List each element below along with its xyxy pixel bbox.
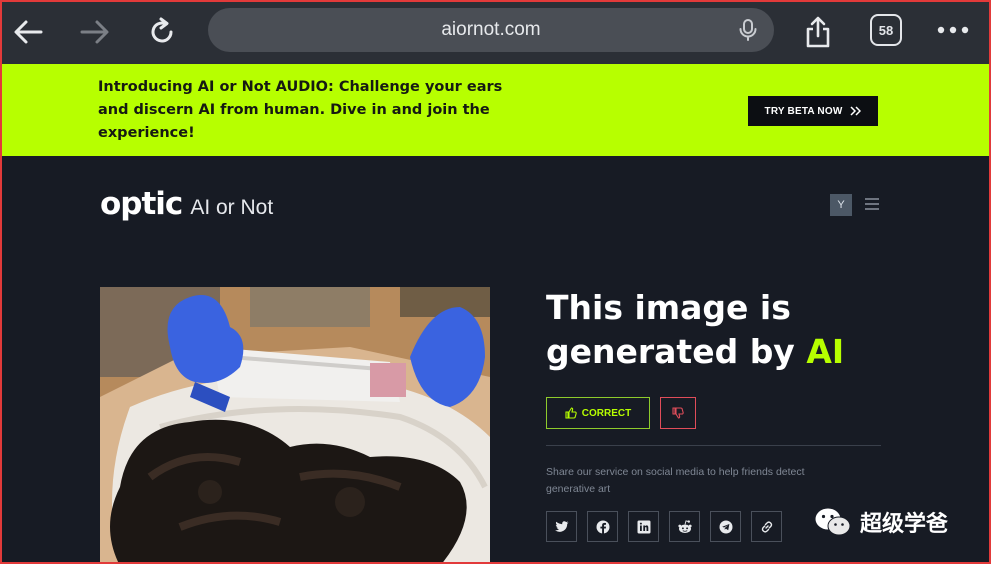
watermark-text: 超级学爸 [860,512,949,537]
share-twitter-button[interactable] [546,511,577,542]
screenshot-frame: aiornot.com 58 Introducing AI or Not AUD… [0,0,991,564]
watermark: 超级学爸 [814,502,984,542]
twitter-icon [554,520,568,532]
hamburger-menu-icon[interactable] [864,196,880,212]
back-arrow-icon [14,20,43,44]
incorrect-button[interactable] [660,397,696,429]
browser-toolbar: aiornot.com 58 [2,2,989,64]
tabs-count-button[interactable]: 58 [870,14,902,46]
linkedin-icon [637,520,650,533]
try-beta-button[interactable]: TRY BETA NOW [748,96,878,126]
share-linkedin-button[interactable] [628,511,659,542]
double-chevron-right-icon [850,106,862,116]
reddit-icon [677,519,692,533]
thumbs-down-icon [672,407,684,419]
headline-highlight: AI [806,332,845,371]
analyzed-image [100,287,490,562]
share-description: Share our service on social media to hel… [546,466,805,495]
telegram-icon [719,520,732,533]
link-icon [761,520,772,533]
analyzed-image-illustration [100,287,490,562]
wechat-logo-icon [815,508,851,536]
forward-arrow-icon [80,20,109,44]
thumbs-up-icon [565,407,577,419]
social-share-row [546,511,782,542]
correct-button[interactable]: CORRECT [546,397,650,429]
share-facebook-button[interactable] [587,511,618,542]
share-icon [806,16,830,48]
headline-text: This image is generated by [546,288,795,371]
banner-message: Introducing AI or Not AUDIO: Challenge y… [98,79,503,141]
copy-link-button[interactable] [751,511,782,542]
section-divider [546,445,881,446]
more-options-icon[interactable] [936,24,970,36]
microphone-icon[interactable] [736,18,760,42]
reload-icon [151,17,173,43]
logo-brand: optic [100,186,183,222]
address-bar[interactable]: aiornot.com [208,8,774,52]
share-button[interactable] [798,12,838,52]
try-beta-label: TRY BETA NOW [764,105,843,117]
back-button[interactable] [8,12,48,52]
promo-banner: Introducing AI or Not AUDIO: Challenge y… [2,64,989,156]
share-telegram-button[interactable] [710,511,741,542]
facebook-icon [596,520,609,534]
share-reddit-button[interactable] [669,511,700,542]
forward-button[interactable] [75,12,115,52]
user-avatar[interactable]: Y [830,194,852,216]
correct-label: CORRECT [581,407,632,419]
result-headline: This image is generated by AI [546,286,946,374]
reload-button[interactable] [142,12,182,52]
url-text: aiornot.com [441,19,541,40]
logo-product: AI or Not [190,196,274,219]
site-logo[interactable]: optic AI or Not [100,186,273,222]
